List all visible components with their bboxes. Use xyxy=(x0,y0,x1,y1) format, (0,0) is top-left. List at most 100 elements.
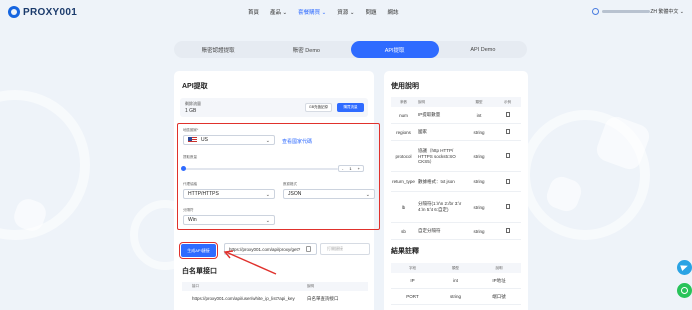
table-row: sb 自定分隔符 string xyxy=(391,223,521,240)
table-row: num IP提取數量 int xyxy=(391,107,521,124)
count-label: 提取數量 xyxy=(183,155,197,159)
country-label: 地區國家* xyxy=(183,128,199,132)
nav-item-products[interactable]: 產品 ⌄ xyxy=(270,8,287,16)
format-label: 數據格式 xyxy=(283,182,297,186)
stepper-minus-icon[interactable]: - xyxy=(339,166,346,171)
separator-select[interactable]: Win ⌄ xyxy=(183,215,275,225)
format-select[interactable]: JSON ⌄ xyxy=(283,189,375,199)
param-type: string xyxy=(473,179,485,184)
chevron-down-icon: ⌄ xyxy=(265,218,270,224)
history-button[interactable]: GB充值記錄 xyxy=(305,103,332,112)
result-col-type: 類型 xyxy=(452,265,459,270)
table-row: lb 分隔符(1:\r\n 2:/br 3:\r 4:\n 5:\t 6:自定)… xyxy=(391,192,521,223)
example-icon[interactable] xyxy=(494,204,521,210)
result-title: 結果註釋 xyxy=(391,248,419,255)
whitelist-url[interactable]: https://proxy001.com/api/user/white_ip_l… xyxy=(182,296,307,302)
protocol-value: HTTP/HTTPS xyxy=(188,191,219,197)
tab-account-demo[interactable]: 賬密 Demo xyxy=(262,41,350,58)
country-select[interactable]: US ⌄ xyxy=(183,135,275,145)
brand-logo[interactable]: PROXY001 xyxy=(8,6,77,18)
extraction-tabs: 賬密認證提取 賬密 Demo API提取 API Demo xyxy=(174,41,527,58)
balance-value: 1 GB xyxy=(185,108,197,114)
table-row: IP int IP地址 xyxy=(391,273,521,289)
masked-username xyxy=(602,10,650,13)
result-type: int xyxy=(453,278,458,283)
tab-api-demo[interactable]: API Demo xyxy=(439,41,527,58)
result-field: PORT xyxy=(406,294,419,299)
whitelist-col-interface: 接口 xyxy=(192,284,199,288)
param-type: string xyxy=(473,228,485,234)
nav-item-blog[interactable]: 網誌 xyxy=(387,8,398,16)
count-value: 1 xyxy=(349,166,352,171)
usage-col-param: 參數 xyxy=(400,99,407,104)
param-type: string xyxy=(473,153,485,159)
example-icon[interactable] xyxy=(494,178,521,185)
api-card-title: API提取 xyxy=(182,83,208,90)
usage-title: 使用說明 xyxy=(391,83,419,90)
example-icon[interactable] xyxy=(494,129,521,135)
param-desc: 自定分隔符 xyxy=(418,228,441,233)
copy-icon[interactable] xyxy=(306,246,311,252)
example-icon[interactable] xyxy=(494,228,521,234)
language-selector[interactable]: ZH 繁體中文 ⌄ xyxy=(650,8,684,15)
param-name: regions xyxy=(396,129,411,135)
chevron-down-icon: ⌄ xyxy=(265,192,270,198)
result-table: 字段 類型 說明 IP int IP地址 PORT string 端口號 xyxy=(391,263,521,305)
protocol-select[interactable]: HTTP/HTTPS ⌄ xyxy=(183,189,275,199)
table-row: PORT string 端口號 xyxy=(391,289,521,305)
result-header: 字段 類型 說明 xyxy=(391,263,521,273)
count-slider-track[interactable] xyxy=(183,168,338,170)
traffic-balance-box: 剩餘流量 1 GB GB充值記錄 購買流量 xyxy=(180,98,368,117)
result-desc: IP地址 xyxy=(492,277,506,283)
usage-col-desc: 說明 xyxy=(418,99,425,104)
nav-item-pricing[interactable]: 套餐購買 ⌄ xyxy=(298,8,326,16)
country-value: US xyxy=(201,137,208,143)
separator-label: 分隔符 xyxy=(183,208,194,212)
param-type: int xyxy=(476,112,482,118)
usage-card: 使用說明 參數 說明 類型 示例 num IP提取數量 int regions … xyxy=(384,71,528,310)
balance-label: 剩餘流量 xyxy=(185,101,201,106)
extract-form-highlight: 地區國家* US ⌄ 查看國家代碼 提取數量 - 1 + 代理協議 HTTP/H… xyxy=(177,123,380,230)
example-icon[interactable] xyxy=(494,112,521,118)
nav-item-home[interactable]: 首頁 xyxy=(248,8,259,16)
result-col-field: 字段 xyxy=(409,265,416,270)
chevron-down-icon: ⌄ xyxy=(365,192,370,198)
tab-account-auth[interactable]: 賬密認證提取 xyxy=(174,41,262,58)
stepper-plus-icon[interactable]: + xyxy=(355,166,363,171)
user-avatar-icon xyxy=(592,8,599,15)
count-slider-knob[interactable] xyxy=(181,166,186,171)
tab-api-extract[interactable]: API提取 xyxy=(350,41,439,58)
param-name: protocol xyxy=(395,153,412,159)
table-row: https://proxy001.com/api/user/white_ip_l… xyxy=(182,291,368,302)
country-code-link[interactable]: 查看國家代碼 xyxy=(282,138,312,145)
top-navigation-bar: PROXY001 首頁 產品 ⌄ 套餐購買 ⌄ 資源 ⌄ 問題 網誌 ZH 繁體… xyxy=(0,0,692,26)
param-name: return_type xyxy=(392,179,415,184)
nav-item-resources[interactable]: 資源 ⌄ xyxy=(337,8,354,16)
count-stepper[interactable]: - 1 + xyxy=(338,165,364,172)
open-link-button[interactable]: 打開鏈接 xyxy=(320,243,370,255)
param-desc: 數據格式：txt json xyxy=(418,178,455,184)
chevron-down-icon: ⌄ xyxy=(265,138,270,144)
whatsapp-icon[interactable] xyxy=(677,283,692,298)
param-desc: 國家 xyxy=(418,129,427,134)
table-row: return_type 數據格式：txt json string xyxy=(391,172,521,192)
example-icon[interactable] xyxy=(494,153,521,159)
buy-traffic-button[interactable]: 購買流量 xyxy=(337,103,364,112)
param-name: lb xyxy=(401,204,406,210)
protocol-label: 代理協議 xyxy=(183,182,197,186)
logo-text: PROXY001 xyxy=(23,6,78,18)
usage-table: 參數 說明 類型 示例 num IP提取數量 int regions 國家 st… xyxy=(391,97,521,240)
whitelist-col-desc: 說明 xyxy=(307,284,314,288)
table-row: protocol 協議（http HTTP/ HTTPS socks5:SO C… xyxy=(391,141,521,172)
result-type: string xyxy=(449,294,461,299)
nav-item-faq[interactable]: 問題 xyxy=(365,8,376,16)
user-account-menu[interactable] xyxy=(592,8,650,15)
result-field: IP xyxy=(410,278,415,283)
telegram-icon[interactable] xyxy=(677,260,692,275)
param-desc: IP提取數量 xyxy=(418,112,441,117)
usage-col-example: 示例 xyxy=(504,99,511,104)
table-row: regions 國家 string xyxy=(391,124,521,141)
whitelist-table: 接口 說明 https://proxy001.com/api/user/whit… xyxy=(182,282,368,302)
generate-api-link-button[interactable]: 生成API鏈接 xyxy=(179,242,218,259)
main-nav: 首頁 產品 ⌄ 套餐購買 ⌄ 資源 ⌄ 問題 網誌 xyxy=(248,8,398,16)
